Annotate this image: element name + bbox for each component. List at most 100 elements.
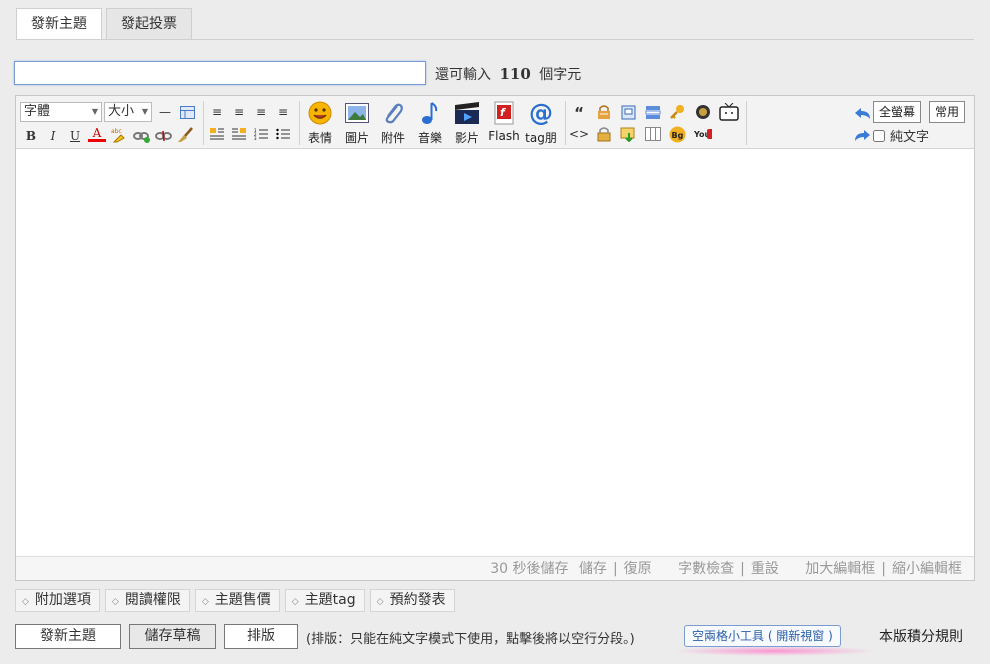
tv-icon[interactable] (718, 102, 740, 122)
align-right-icon[interactable]: ≡ (252, 103, 270, 121)
record-icon[interactable] (694, 103, 712, 121)
tab-new-poll[interactable]: 發起投票 (106, 8, 192, 39)
attachment-label: 附件 (380, 131, 405, 145)
quote-button[interactable]: “ (570, 104, 588, 122)
float-left-icon[interactable] (208, 125, 226, 143)
undo-icon[interactable] (853, 104, 871, 122)
music-button[interactable]: 音樂 (410, 101, 450, 146)
editor-statusbar: 30 秒後儲存 儲存 | 復原 字數檢查 | 重設 加大編輯框 | 縮小編輯框 (16, 556, 974, 580)
size-select[interactable]: 大小 ▼ (104, 102, 152, 122)
shrink-link[interactable]: 縮小編輯框 (892, 561, 962, 577)
at-icon: @ (529, 99, 553, 127)
highlight-mark (672, 646, 877, 656)
flash-icon: f (491, 101, 517, 125)
restore-link[interactable]: 復原 (624, 561, 652, 577)
key-icon[interactable] (668, 103, 686, 121)
points-rules-link[interactable]: 本版積分規則 (879, 626, 963, 646)
italic-button[interactable]: I (44, 127, 62, 145)
option-extra[interactable]: ◇ 附加選項 (15, 589, 100, 612)
youtube-icon[interactable]: You (694, 125, 712, 143)
plain-text-label: 純文字 (890, 130, 930, 145)
music-note-icon (417, 101, 443, 125)
emoticon-button[interactable]: 表情 (300, 101, 340, 146)
image-label: 圖片 (344, 131, 369, 145)
editor-body[interactable] (16, 150, 974, 555)
background-icon[interactable]: Bg (668, 125, 686, 143)
font-select[interactable]: 字體 ▼ (20, 102, 102, 122)
video-label: 影片 (454, 131, 479, 145)
unlink-icon[interactable] (154, 127, 172, 145)
highlight-icon[interactable]: abc (110, 126, 128, 144)
page-icon[interactable] (619, 103, 637, 121)
option-schedule[interactable]: ◇ 預約發表 (369, 589, 455, 612)
paperclip-icon (380, 101, 406, 125)
image-icon (344, 101, 370, 125)
tab-new-topic[interactable]: 發新主題 (16, 8, 102, 40)
plain-text-checkbox[interactable] (873, 129, 885, 142)
size-select-value: 大小 (108, 104, 135, 119)
link-icon[interactable] (132, 127, 150, 145)
download-icon[interactable] (619, 125, 637, 143)
enlarge-link[interactable]: 加大編輯框 (805, 561, 875, 577)
tag-friend-button[interactable]: @ tag朋 (521, 101, 561, 146)
attachment-button[interactable]: 附件 (373, 101, 413, 146)
emoticon-label: 表情 (307, 131, 332, 145)
redo-icon[interactable] (853, 126, 871, 144)
char-remaining-prefix: 還可輸入 (435, 67, 491, 83)
code-button[interactable]: <> (569, 125, 589, 143)
svg-text:abc: abc (111, 128, 122, 135)
hide-content-icon[interactable] (595, 103, 613, 121)
options-row: ◇ 附加選項 ◇ 閱讀權限 ◇ 主題售價 ◇ 主題tag ◇ 預約發表 (15, 589, 460, 612)
ordered-list-icon[interactable]: 123 (252, 125, 270, 143)
columns-icon[interactable] (644, 125, 662, 143)
post-type-tabs: 發新主題 發起投票 (16, 8, 196, 40)
underline-button[interactable]: U (66, 127, 84, 145)
option-tag[interactable]: ◇ 主題tag (284, 589, 365, 612)
align-center-icon[interactable]: ≡ (230, 103, 248, 121)
save-draft-button[interactable]: 儲存草稿 (129, 624, 216, 649)
subject-input[interactable] (14, 61, 426, 85)
background-icon-text: Bg (671, 131, 683, 140)
option-read-permission[interactable]: ◇ 閱讀權限 (104, 589, 190, 612)
clear-format-icon[interactable] (176, 125, 194, 143)
lock-icon[interactable] (595, 125, 613, 143)
music-label: 音樂 (417, 131, 442, 145)
layout-hint: (排版：只能在純文字模式下使用，點擊後將以空行分段。) (306, 632, 635, 647)
tag-friend-label: tag朋 (525, 131, 557, 145)
fullscreen-button[interactable]: 全螢幕 (873, 101, 922, 123)
float-right-icon[interactable] (230, 125, 248, 143)
option-extra-label: 附加選項 (34, 592, 91, 608)
wordcount-link[interactable]: 字數檢查 (678, 561, 734, 577)
indent-tool-link[interactable]: 空兩格小工具 ( 開新視窗 ) (684, 625, 841, 647)
reset-link[interactable]: 重設 (751, 561, 779, 577)
toolbar-separator (203, 101, 204, 145)
char-remaining-count: 110 (499, 65, 531, 83)
post-button[interactable]: 發新主題 (15, 624, 121, 649)
form-icon[interactable] (644, 103, 662, 121)
align-left-icon[interactable]: ≡ (208, 103, 226, 121)
film-icon (454, 101, 480, 125)
bold-button[interactable]: B (22, 127, 40, 145)
align-justify-icon[interactable]: ≡ (274, 103, 292, 121)
font-color-button[interactable]: A (88, 126, 106, 142)
layout-button[interactable]: 排版 (224, 624, 298, 649)
horizontal-rule-icon[interactable]: — (156, 103, 174, 121)
save-link[interactable]: 儲存 (579, 561, 607, 577)
flash-button[interactable]: f Flash (484, 101, 524, 143)
image-button[interactable]: 圖片 (337, 101, 377, 146)
editor-toolbar: 字體 ▼ 大小 ▼ — B I U A abc ≡ ≡ ≡ ≡ 1 2 3 表情… (16, 96, 974, 149)
option-price[interactable]: ◇ 主題售價 (194, 589, 280, 612)
smiley-icon (307, 101, 333, 125)
unordered-list-icon[interactable] (274, 125, 292, 143)
rich-text-editor: 字體 ▼ 大小 ▼ — B I U A abc ≡ ≡ ≡ ≡ 1 2 3 表情… (15, 95, 975, 581)
flash-label: Flash (488, 129, 520, 143)
common-button[interactable]: 常用 (929, 101, 966, 123)
table-icon[interactable] (178, 103, 196, 121)
option-read-permission-label: 閱讀權限 (124, 592, 181, 608)
option-schedule-label: 預約發表 (389, 592, 446, 608)
option-tag-label: 主題tag (304, 592, 356, 608)
plain-text-toggle[interactable]: 純文字 (873, 126, 929, 145)
char-remaining-suffix: 個字元 (539, 67, 582, 83)
char-remaining: 還可輸入 110 個字元 (435, 64, 581, 84)
video-button[interactable]: 影片 (447, 101, 487, 146)
